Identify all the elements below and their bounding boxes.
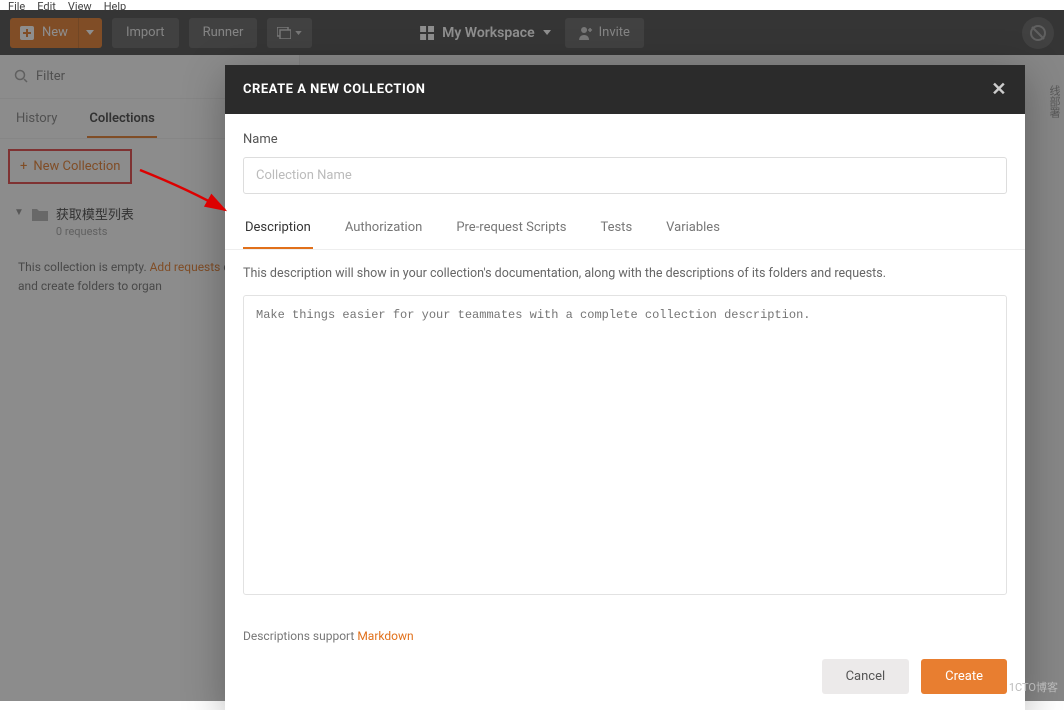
menu-help[interactable]: Help	[104, 0, 127, 10]
create-collection-modal: CREATE A NEW COLLECTION ✕ Name Descripti…	[225, 65, 1025, 710]
description-textarea[interactable]	[243, 295, 1007, 595]
markdown-hint: Descriptions support Markdown	[225, 615, 1025, 643]
cancel-button[interactable]: Cancel	[822, 659, 910, 694]
create-button[interactable]: Create	[921, 659, 1007, 694]
name-field-label: Name	[243, 132, 1007, 147]
menu-view[interactable]: View	[68, 0, 92, 10]
menu-edit[interactable]: Edit	[37, 0, 56, 10]
modal-title: CREATE A NEW COLLECTION	[243, 82, 425, 97]
watermark: 1CTO博客	[1009, 679, 1058, 695]
tab-tests[interactable]: Tests	[598, 206, 634, 249]
tab-description[interactable]: Description	[243, 206, 313, 249]
description-hint: This description will show in your colle…	[243, 266, 1007, 281]
tab-prerequest[interactable]: Pre-request Scripts	[454, 206, 568, 249]
tab-variables[interactable]: Variables	[664, 206, 722, 249]
close-icon[interactable]: ✕	[991, 79, 1007, 100]
menu-file[interactable]: File	[8, 0, 25, 10]
collection-name-input[interactable]	[243, 157, 1007, 194]
app-menubar: File Edit View Help	[0, 0, 1064, 10]
markdown-link[interactable]: Markdown	[357, 629, 413, 643]
tab-authorization[interactable]: Authorization	[343, 206, 425, 249]
